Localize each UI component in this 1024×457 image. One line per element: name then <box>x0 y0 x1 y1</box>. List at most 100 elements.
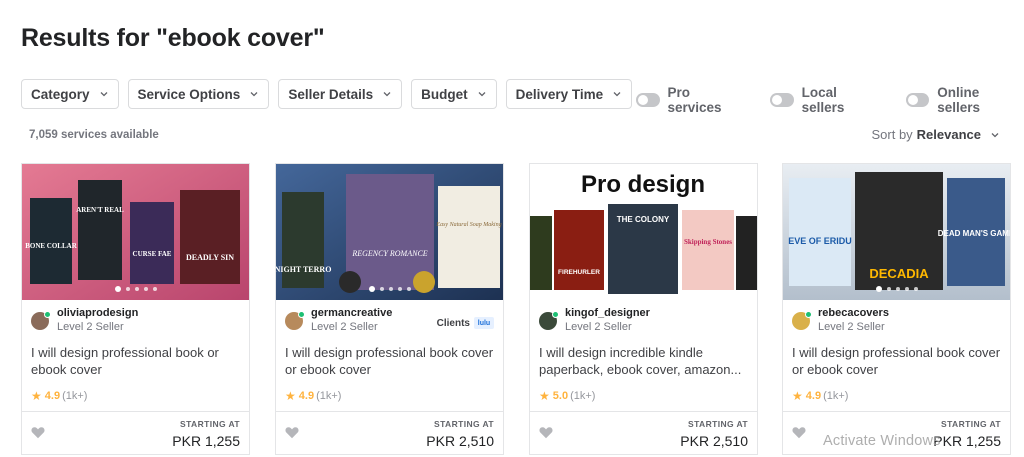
gig-thumbnail[interactable]: Pro design FIREHURLER THE COLONY Skippin… <box>530 164 757 300</box>
toggle-online-sellers[interactable]: Online sellers <box>905 85 1024 115</box>
online-indicator <box>552 310 559 318</box>
toggle-label: Local sellers <box>801 85 845 115</box>
page-title: Results for "ebook cover" <box>21 24 325 52</box>
rating: ★ 4.9 (1k+) <box>31 389 87 403</box>
chevron-down-icon <box>991 132 999 137</box>
sort-dropdown[interactable]: Sort by Relevance <box>871 127 1000 142</box>
toggle-local-sellers[interactable]: Local sellers <box>770 85 882 115</box>
book-title-text: CURSE FAE <box>133 250 172 258</box>
gig-thumbnail[interactable]: BONE COLLAR AREN'T REAL CURSE FAE DEADLY… <box>22 164 249 300</box>
avatar[interactable] <box>285 310 305 330</box>
price: PKR 2,510 <box>680 433 748 449</box>
card-footer: STARTING AT PKR 1,255 <box>783 411 1010 455</box>
heart-icon[interactable] <box>31 426 45 439</box>
sort-value: Relevance <box>916 127 981 142</box>
client-logo-icon: lulu <box>474 317 494 329</box>
card-footer: STARTING AT PKR 2,510 <box>276 411 503 455</box>
price: PKR 2,510 <box>426 433 494 449</box>
heart-icon[interactable] <box>539 426 553 439</box>
toggle-group: Pro services Local sellers Online seller… <box>636 85 1024 115</box>
gig-title[interactable]: I will design incredible kindle paperbac… <box>539 344 751 378</box>
rating-count: (1k+) <box>316 390 342 402</box>
filter-label: Delivery Time <box>515 86 604 102</box>
card-footer: STARTING AT PKR 1,255 <box>22 411 249 455</box>
toggle-switch[interactable] <box>770 93 794 107</box>
avatar[interactable] <box>539 310 559 330</box>
seller-name[interactable]: oliviaprodesign <box>57 307 138 320</box>
gig-thumbnail[interactable]: EVE OF ERIDU DECADIA DEAD MAN'S GAME <box>783 164 1010 300</box>
starting-at-label: STARTING AT <box>941 419 1001 429</box>
seller-level: Level 2 Seller <box>565 321 632 333</box>
carousel-dots[interactable] <box>276 286 503 292</box>
filter-service-options[interactable]: Service Options <box>127 79 270 109</box>
seller-level: Level 2 Seller <box>311 321 378 333</box>
star-icon: ★ <box>792 389 803 403</box>
heart-icon[interactable] <box>792 426 806 439</box>
filter-bar: Category Service Options Seller Details … <box>21 79 633 109</box>
rating-score: 4.9 <box>44 390 61 402</box>
book-title-text: EVE OF ERIDU <box>788 236 852 246</box>
gig-title[interactable]: I will design professional book or ebook… <box>31 344 243 378</box>
seller-name[interactable]: kingof_designer <box>565 307 650 320</box>
seller-info: germancreative Level 2 Seller <box>285 307 392 334</box>
card-footer: STARTING AT PKR 2,510 <box>530 411 757 455</box>
book-title-text: Skipping Stones <box>684 238 732 246</box>
filter-label: Budget <box>421 86 468 102</box>
seller-name[interactable]: germancreative <box>311 307 392 320</box>
starting-at-label: STARTING AT <box>688 419 748 429</box>
filter-label: Service Options <box>137 86 241 102</box>
rating: ★ 5.0 (1k+) <box>539 389 595 403</box>
carousel-dots[interactable] <box>783 286 1010 292</box>
sort-prefix: Sort by <box>871 127 913 142</box>
clients-label: Clients <box>436 317 470 329</box>
chevron-down-icon <box>383 92 391 97</box>
avatar[interactable] <box>31 310 51 330</box>
book-title-text: DEAD MAN'S GAME <box>938 229 1010 238</box>
toggle-label: Online sellers <box>937 85 981 115</box>
chevron-down-icon <box>613 92 621 97</box>
clients-badge[interactable]: Clients lulu <box>437 317 494 329</box>
results-count: 7,059 services available <box>29 129 159 141</box>
filter-delivery-time[interactable]: Delivery Time <box>505 79 633 109</box>
star-icon: ★ <box>285 389 296 403</box>
gig-title[interactable]: I will design professional book cover or… <box>792 344 1004 378</box>
online-indicator <box>298 310 305 318</box>
starting-at-label: STARTING AT <box>434 419 494 429</box>
star-icon: ★ <box>539 389 550 403</box>
gig-thumbnail[interactable]: NIGHT TERRO REGENCY ROMANCE Easy Natural… <box>276 164 503 300</box>
toggle-switch[interactable] <box>636 93 660 107</box>
gig-card[interactable]: NIGHT TERRO REGENCY ROMANCE Easy Natural… <box>275 163 504 455</box>
avatar[interactable] <box>792 310 812 330</box>
carousel-dots[interactable] <box>22 286 249 292</box>
rating: ★ 4.9 (1k+) <box>792 389 848 403</box>
starting-at-label: STARTING AT <box>180 419 240 429</box>
gig-card[interactable]: Pro design FIREHURLER THE COLONY Skippin… <box>529 163 758 455</box>
gig-title[interactable]: I will design professional book cover or… <box>285 344 497 378</box>
chevron-down-icon <box>100 92 107 97</box>
book-title-text: REGENCY ROMANCE <box>351 249 427 258</box>
book-title-text: NIGHT TERRO <box>276 265 331 274</box>
seller-level: Level 2 Seller <box>818 321 885 333</box>
thumb-heading: Pro design <box>581 171 705 198</box>
book-covers-image: BONE COLLAR AREN'T REAL CURSE FAE DEADLY… <box>22 164 249 300</box>
gig-card[interactable]: BONE COLLAR AREN'T REAL CURSE FAE DEADLY… <box>21 163 250 455</box>
filter-category[interactable]: Category <box>21 79 119 109</box>
rating-count: (1k+) <box>570 390 596 402</box>
filter-seller-details[interactable]: Seller Details <box>278 79 403 109</box>
filter-budget[interactable]: Budget <box>411 79 497 109</box>
filter-label: Seller Details <box>288 86 374 102</box>
rating-count: (1k+) <box>823 390 849 402</box>
rating: ★ 4.9 (1k+) <box>285 389 341 403</box>
seller-name[interactable]: rebecacovers <box>818 307 889 320</box>
price: PKR 1,255 <box>172 433 240 449</box>
book-covers-image: Pro design FIREHURLER THE COLONY Skippin… <box>530 164 757 300</box>
toggle-pro-services[interactable]: Pro services <box>636 85 746 115</box>
book-title-text: BONE COLLAR <box>25 242 77 250</box>
seller-info: oliviaprodesign Level 2 Seller <box>31 307 138 334</box>
toggle-switch[interactable] <box>905 93 930 107</box>
heart-icon[interactable] <box>285 426 299 439</box>
star-icon: ★ <box>31 389 42 403</box>
gig-card[interactable]: EVE OF ERIDU DECADIA DEAD MAN'S GAME reb… <box>782 163 1011 455</box>
book-title-text: FIREHURLER <box>558 269 600 276</box>
rating-score: 4.9 <box>298 390 315 402</box>
